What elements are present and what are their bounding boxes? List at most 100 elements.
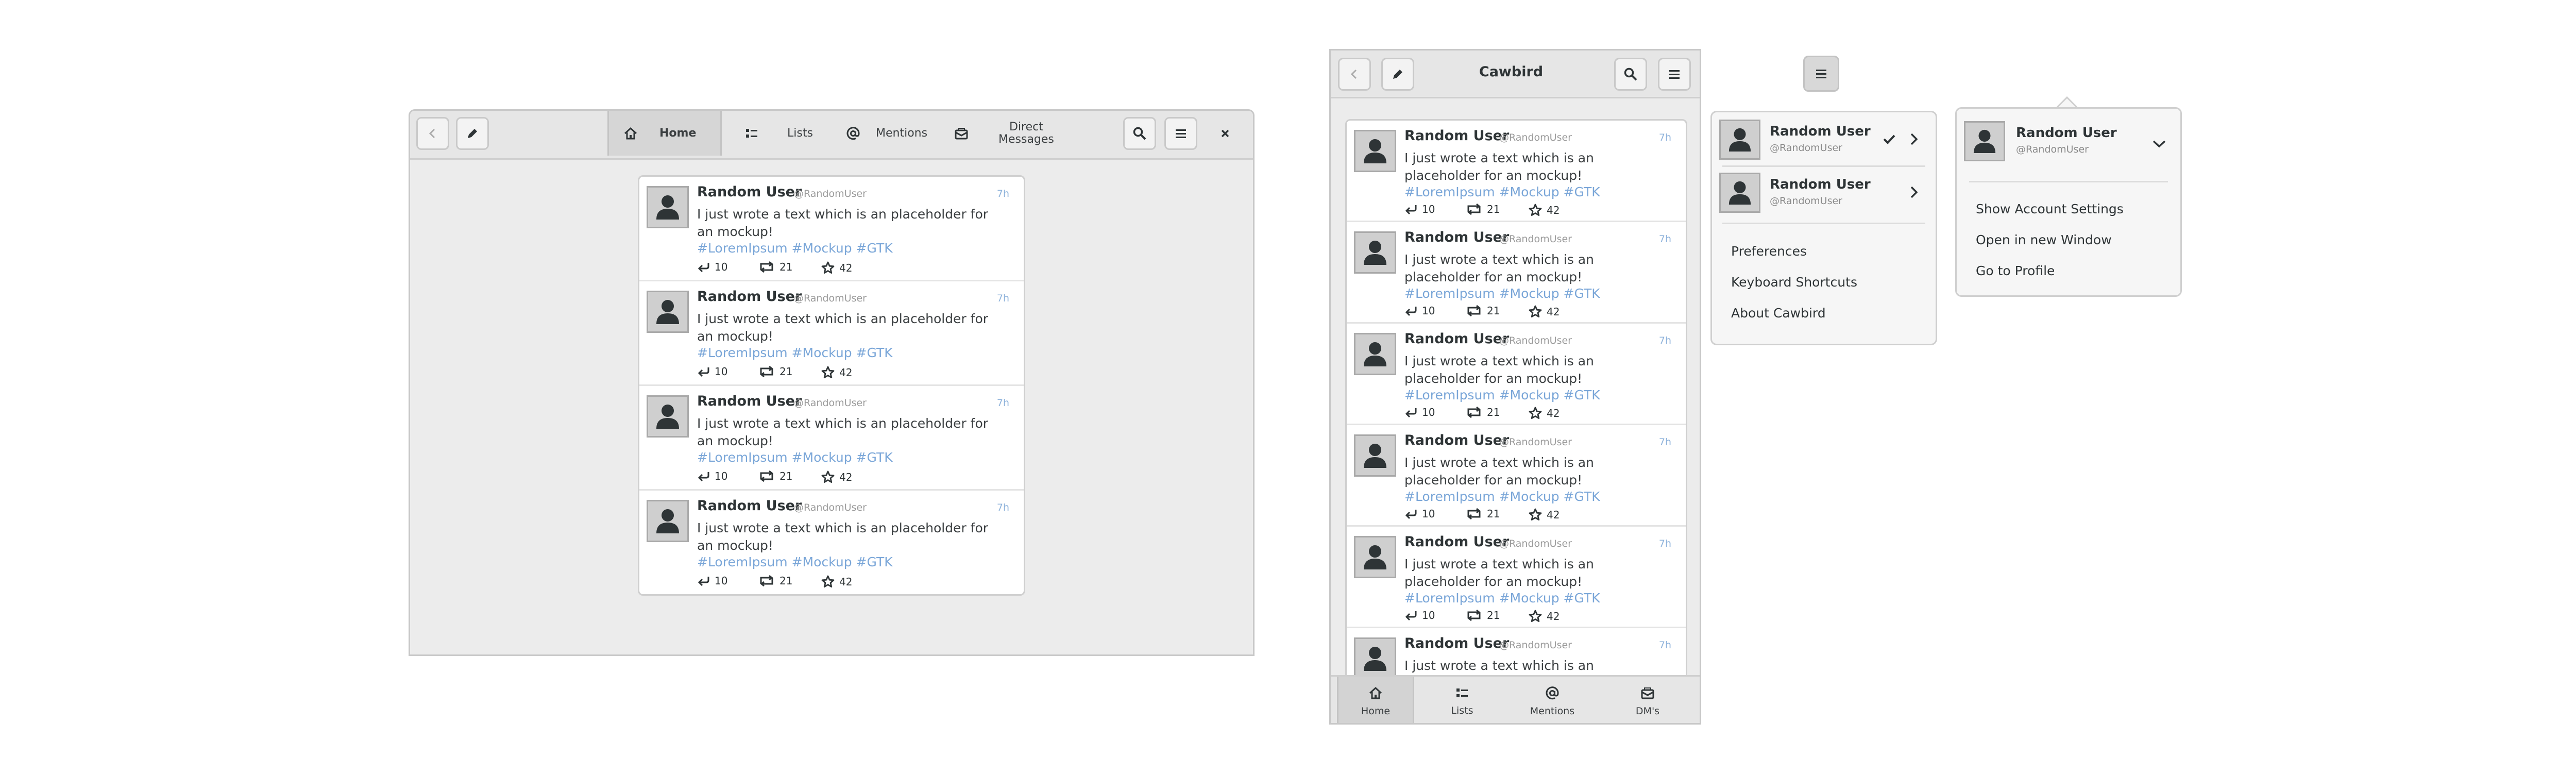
like-button[interactable]: 42 [821, 365, 852, 380]
avatar[interactable] [1354, 536, 1396, 578]
tweet-author-name[interactable]: Random User [1404, 229, 1509, 245]
tab-lists[interactable]: Lists [734, 111, 837, 156]
like-button[interactable]: 42 [1528, 508, 1560, 522]
tweet-hashtags[interactable]: #LoremIpsum #Mockup #GTK [697, 554, 893, 569]
close-button[interactable] [1209, 117, 1242, 150]
avatar[interactable] [647, 291, 689, 333]
retweet-button[interactable]: 21 [758, 470, 792, 482]
reply-button[interactable]: 10 [1404, 406, 1435, 418]
avatar[interactable] [1354, 333, 1396, 375]
tweet-hashtags[interactable]: #LoremIpsum #Mockup #GTK [697, 450, 893, 465]
tweet-author-name[interactable]: Random User [1404, 128, 1509, 144]
menu-button[interactable] [1658, 58, 1691, 91]
retweet-button[interactable]: 21 [758, 575, 792, 587]
reply-button[interactable]: 10 [1404, 305, 1435, 317]
tab-mentions[interactable]: Mentions [842, 111, 945, 156]
tweet-hashtags[interactable]: #LoremIpsum #Mockup #GTK [1404, 184, 1600, 199]
tweet-author-handle[interactable]: @RandomUser [794, 188, 867, 199]
tweet-time[interactable]: 7h [1659, 132, 1671, 143]
tweet-hashtags[interactable]: #LoremIpsum #Mockup #GTK [1404, 591, 1600, 606]
reply-button[interactable]: 10 [1404, 609, 1435, 621]
menu-button[interactable] [1164, 117, 1197, 150]
tweet-author-handle[interactable]: @RandomUser [1499, 436, 1572, 448]
retweet-button[interactable]: 21 [1465, 609, 1500, 621]
tweet-hashtags[interactable]: #LoremIpsum #Mockup #GTK [1404, 388, 1600, 402]
tweet-time[interactable]: 7h [1659, 538, 1671, 549]
account-row[interactable]: Random User @RandomUser [1712, 165, 1936, 217]
reply-button[interactable]: 10 [697, 470, 727, 482]
tweet-author-name[interactable]: Random User [1404, 534, 1509, 550]
menu-item-about[interactable]: About Cawbird [1731, 306, 1826, 321]
avatar[interactable] [647, 186, 689, 228]
retweet-button[interactable]: 21 [758, 365, 792, 378]
avatar[interactable] [1354, 434, 1396, 477]
avatar[interactable] [647, 500, 689, 542]
tweet[interactable]: Random User @RandomUser 7h I just wrote … [639, 281, 1024, 386]
compose-button[interactable] [456, 117, 489, 150]
tweet[interactable]: Random User @RandomUser 7h I just wrote … [1347, 324, 1686, 425]
bottom-tab-mentions[interactable]: Mentions [1514, 677, 1591, 723]
tweet[interactable]: Random User @RandomUser 7h I just wrote … [639, 386, 1024, 491]
tweet-hashtags[interactable]: #LoremIpsum #Mockup #GTK [1404, 489, 1600, 504]
tweet-author-name[interactable]: Random User [697, 498, 802, 514]
tweet-author-name[interactable]: Random User [1404, 331, 1509, 347]
retweet-button[interactable]: 21 [1465, 508, 1500, 520]
tweet-time[interactable]: 7h [1659, 436, 1671, 448]
reply-button[interactable]: 10 [1404, 203, 1435, 215]
search-button[interactable] [1123, 117, 1156, 150]
tweet-author-handle[interactable]: @RandomUser [1499, 640, 1572, 651]
avatar[interactable] [1354, 231, 1396, 274]
tweet[interactable]: Random User @RandomUser 7h I just wrote … [1347, 425, 1686, 527]
tweet-author-handle[interactable]: @RandomUser [1499, 538, 1572, 549]
bottom-tab-lists[interactable]: Lists [1423, 677, 1501, 723]
tweet-author-name[interactable]: Random User [1404, 635, 1509, 651]
avatar[interactable] [647, 395, 689, 438]
like-button[interactable]: 42 [821, 261, 852, 275]
account-row[interactable]: Random User @RandomUser [1712, 112, 1936, 164]
tweet[interactable]: Random User @RandomUser 7h I just wrote … [1347, 527, 1686, 628]
tweet-author-name[interactable]: Random User [1404, 432, 1509, 448]
tweet-author-handle[interactable]: @RandomUser [794, 397, 867, 409]
like-button[interactable]: 42 [1528, 203, 1560, 217]
retweet-button[interactable]: 21 [1465, 203, 1500, 215]
chevron-down-icon[interactable] [2153, 140, 2166, 148]
like-button[interactable]: 42 [1528, 609, 1560, 624]
account-header[interactable]: Random User @RandomUser [1957, 114, 2180, 165]
tweet-author-handle[interactable]: @RandomUser [1499, 132, 1572, 143]
tweet-author-name[interactable]: Random User [697, 289, 802, 305]
tweet-time[interactable]: 7h [997, 293, 1009, 304]
tweet-hashtags[interactable]: #LoremIpsum #Mockup #GTK [697, 345, 893, 360]
tweet[interactable]: Random User @RandomUser 7h I just wrote … [639, 491, 1024, 594]
menu-item-preferences[interactable]: Preferences [1731, 244, 1807, 259]
tweet-time[interactable]: 7h [1659, 335, 1671, 346]
tweet-hashtags[interactable]: #LoremIpsum #Mockup #GTK [1404, 286, 1600, 301]
tweet-author-name[interactable]: Random User [697, 184, 802, 200]
tweet-time[interactable]: 7h [1659, 640, 1671, 651]
menu-item-keyboard-shortcuts[interactable]: Keyboard Shortcuts [1731, 275, 1857, 290]
compose-button[interactable] [1381, 58, 1414, 91]
tweet-time[interactable]: 7h [1659, 233, 1671, 245]
tweet[interactable]: Random User @RandomUser 7h I just wrote … [1347, 222, 1686, 324]
tweet-author-handle[interactable]: @RandomUser [1499, 335, 1572, 346]
tweet[interactable]: Random User @RandomUser 7h I just wrote … [639, 177, 1024, 281]
tab-direct-messages[interactable]: Direct Messages [951, 111, 1075, 156]
like-button[interactable]: 42 [821, 575, 852, 589]
back-button[interactable] [1338, 58, 1371, 91]
bottom-tab-home[interactable]: Home [1337, 677, 1414, 723]
menu-button-open[interactable] [1803, 56, 1839, 92]
tweet[interactable]: Random User @RandomUser 7h I just wrote … [1347, 121, 1686, 222]
reply-button[interactable]: 10 [697, 575, 727, 587]
tweet-time[interactable]: 7h [997, 397, 1009, 409]
avatar[interactable] [1354, 637, 1396, 680]
like-button[interactable]: 42 [1528, 305, 1560, 319]
reply-button[interactable]: 10 [697, 261, 727, 273]
tweet-time[interactable]: 7h [997, 188, 1009, 199]
reply-button[interactable]: 10 [1404, 508, 1435, 520]
tweet-hashtags[interactable]: #LoremIpsum #Mockup #GTK [697, 241, 893, 256]
menu-item-account-settings[interactable]: Show Account Settings [1976, 201, 2124, 216]
tweet-author-name[interactable]: Random User [697, 393, 802, 409]
search-button[interactable] [1614, 58, 1647, 91]
like-button[interactable]: 42 [821, 470, 852, 484]
tweet-author-handle[interactable]: @RandomUser [1499, 233, 1572, 245]
tweet-time[interactable]: 7h [997, 502, 1009, 513]
